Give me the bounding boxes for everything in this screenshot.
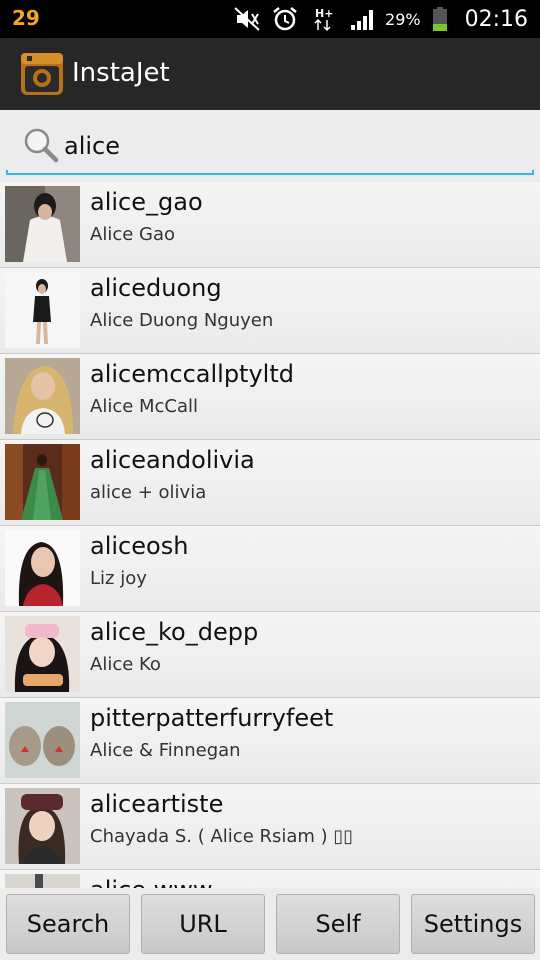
battery-icon [431, 6, 449, 32]
full-name: alice + olivia [90, 482, 207, 503]
list-item[interactable]: alice_gao Alice Gao [0, 182, 540, 268]
username: pitterpatterfurryfeet [90, 704, 334, 732]
full-name: Alice McCall [90, 396, 199, 417]
full-name: Alice Ko [90, 654, 161, 675]
battery-percent: 29% [385, 9, 421, 29]
results-list[interactable]: alice_gao Alice Gao aliceduong Alice Duo… [0, 182, 540, 890]
clock: 02:16 [464, 6, 528, 32]
self-button[interactable]: Self [276, 894, 400, 954]
full-name: Alice Duong Nguyen [90, 310, 274, 331]
search-input[interactable] [64, 126, 524, 166]
app-title: InstaJet [72, 58, 170, 88]
search-button[interactable]: Search [6, 894, 130, 954]
alarm-icon [271, 6, 299, 32]
username: aliceduong [90, 274, 222, 302]
list-item[interactable]: alice_ko_depp Alice Ko [0, 612, 540, 698]
username: alice_gao [90, 188, 203, 216]
list-item[interactable]: aliceosh Liz joy [0, 526, 540, 612]
app-bar: InstaJet [0, 38, 540, 110]
settings-button[interactable]: Settings [411, 894, 535, 954]
status-icons: H+ 29% 02:16 [233, 0, 528, 38]
bottom-bar: Search URL Self Settings [0, 888, 540, 960]
list-item[interactable]: alicemccallptyltd Alice McCall [0, 354, 540, 440]
avatar [5, 358, 80, 434]
username: aliceandolivia [90, 446, 255, 474]
avatar [5, 702, 80, 778]
avatar [5, 788, 80, 864]
status-bar: 29 H+ 29% 02:16 [0, 0, 540, 38]
username: alice_ko_depp [90, 618, 259, 646]
list-item[interactable]: alice.www [0, 870, 540, 890]
avatar [5, 186, 80, 262]
camera-icon[interactable] [20, 52, 64, 96]
username: alicemccallptyltd [90, 360, 294, 388]
search-underline [6, 170, 534, 175]
search-icon [22, 126, 60, 164]
svg-text:H+: H+ [315, 7, 333, 20]
notification-count: 29 [12, 6, 40, 30]
avatar [5, 616, 80, 692]
list-item[interactable]: pitterpatterfurryfeet Alice & Finnegan [0, 698, 540, 784]
mute-icon [233, 6, 261, 32]
full-name: Liz joy [90, 568, 147, 589]
list-item[interactable]: aliceartiste Chayada S. ( Alice Rsiam ) … [0, 784, 540, 870]
url-button[interactable]: URL [141, 894, 265, 954]
full-name: Chayada S. ( Alice Rsiam ) ▯▯ [90, 826, 354, 847]
avatar [5, 272, 80, 348]
avatar [5, 444, 80, 520]
avatar [5, 530, 80, 606]
full-name: Alice & Finnegan [90, 740, 241, 761]
full-name: Alice Gao [90, 224, 175, 245]
list-item[interactable]: aliceandolivia alice + olivia [0, 440, 540, 526]
username: aliceosh [90, 532, 189, 560]
list-item[interactable]: aliceduong Alice Duong Nguyen [0, 268, 540, 354]
signal-icon [347, 6, 375, 32]
username: aliceartiste [90, 790, 224, 818]
data-transfer-icon: H+ [309, 6, 337, 32]
